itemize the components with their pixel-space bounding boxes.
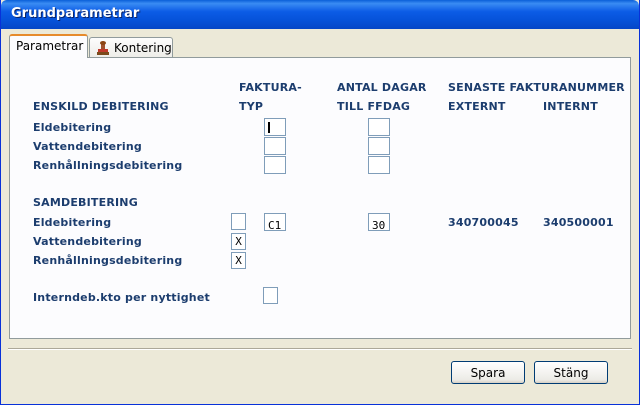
header-antal-dagar: ANTAL DAGAR (337, 81, 427, 94)
tab-kontering[interactable]: Kontering (89, 37, 173, 59)
tab-parametrar[interactable]: Parametrar (9, 34, 88, 58)
sam-renhallningsdebitering-label: Renhållningsdebitering (33, 254, 183, 267)
close-button[interactable]: Stäng (534, 361, 608, 384)
header-faktura: FAKTURA- (239, 81, 302, 94)
header-senaste-fakturanummer: SENASTE FAKTURANUMMER (448, 81, 625, 94)
tab-kontering-label: Kontering (114, 41, 172, 55)
enskild-renhallningsdebitering-fakturatyp-input[interactable] (264, 156, 286, 174)
title-bar[interactable]: Grundparametrar (1, 0, 639, 29)
interndeb-checkbox[interactable] (263, 287, 278, 304)
enskild-vattendebitering-antal-dagar-input[interactable] (368, 137, 390, 155)
section-samdebitering: SAMDEBITERING (33, 196, 138, 209)
enskild-renhallningsdebitering-antal-dagar-input[interactable] (368, 156, 390, 174)
header-externt: EXTERNT (448, 100, 506, 113)
save-button[interactable]: Spara (451, 361, 525, 384)
header-till-ffdag: TILL FFDAG (337, 100, 411, 113)
sam-eldebitering-externt-value: 340700045 (448, 216, 519, 229)
stamp-icon (97, 41, 109, 55)
dialog-window: Grundparametrar Parametrar Kontering FAK… (0, 0, 640, 405)
enskild-vattendebitering-fakturatyp-input[interactable] (264, 137, 286, 155)
sam-eldebitering-antal-dagar-input[interactable]: 30 (368, 213, 390, 232)
window-title: Grundparametrar (11, 6, 140, 21)
header-typ: TYP (239, 100, 264, 113)
enskild-vattendebitering-label: Vattendebitering (33, 140, 142, 153)
sam-vattendebitering-label: Vattendebitering (33, 235, 142, 248)
separator (8, 348, 632, 350)
tab-parametrar-label: Parametrar (16, 39, 84, 53)
enskild-renhallningsdebitering-label: Renhållningsdebitering (33, 159, 183, 172)
enskild-eldebitering-label: Eldebitering (33, 121, 112, 134)
sam-eldebitering-label: Eldebitering (33, 216, 112, 229)
sam-vattendebitering-checkbox[interactable]: X (231, 233, 246, 250)
enskild-eldebitering-fakturatyp-input[interactable] (264, 118, 286, 136)
header-internt: INTERNT (543, 100, 598, 113)
enskild-eldebitering-antal-dagar-input[interactable] (368, 118, 390, 136)
parametrar-panel: FAKTURA- TYP ANTAL DAGAR TILL FFDAG SENA… (9, 57, 631, 339)
sam-eldebitering-internt-value: 340500001 (543, 216, 614, 229)
interndeb-label: Interndeb.kto per nyttighet (33, 291, 210, 304)
section-enskild-debitering: ENSKILD DEBITERING (33, 100, 169, 113)
text-caret (268, 122, 270, 133)
sam-eldebitering-checkbox[interactable] (231, 213, 246, 230)
sam-renhallningsdebitering-checkbox[interactable]: X (231, 252, 246, 269)
sam-eldebitering-fakturatyp-input[interactable]: C1 (264, 213, 286, 232)
